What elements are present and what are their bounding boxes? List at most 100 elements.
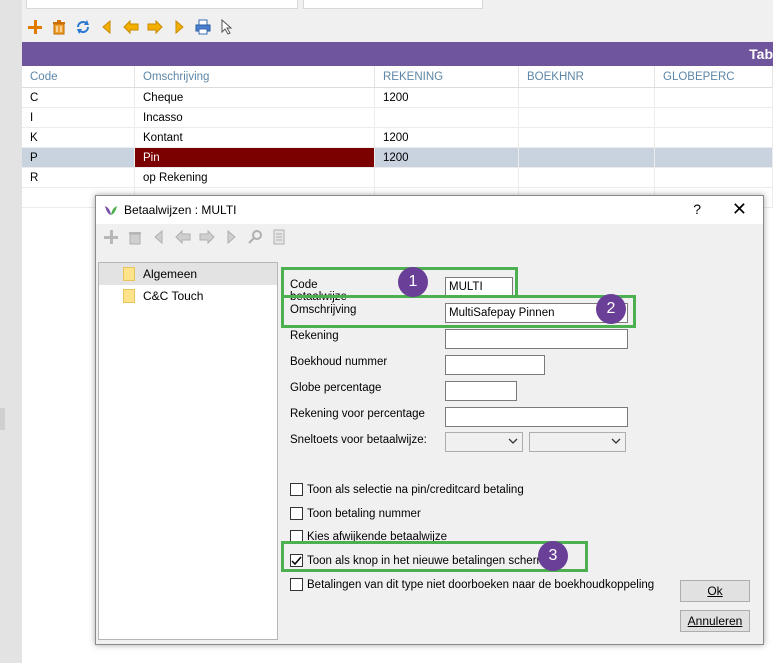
- delete-icon[interactable]: [50, 18, 68, 36]
- annuleren-button-label: Annuleren: [687, 614, 743, 628]
- sneltoets-select-1[interactable]: [445, 432, 523, 452]
- algemeen-form: Code betaalwijze MULTI Omschrijving Mult…: [282, 262, 762, 640]
- rekening-voor-percentage-input[interactable]: [445, 407, 628, 427]
- delete-icon[interactable]: [126, 228, 144, 246]
- cell-code: I: [22, 108, 135, 127]
- rekening-label: Rekening: [290, 330, 339, 342]
- checkbox[interactable]: [290, 578, 303, 591]
- betaalwijzen-dialog: Betaalwijzen : MULTI ? ✕ Algemeen C&C To…: [95, 195, 764, 645]
- cell-omschrijving: op Rekening: [135, 168, 375, 187]
- rekening-voor-percentage-label: Rekening voor percentage: [290, 408, 425, 420]
- sneltoets-select-2[interactable]: [529, 432, 626, 452]
- column-header-code[interactable]: Code: [22, 66, 135, 87]
- cell-rekening: 1200: [375, 128, 519, 147]
- checkbox-label: Toon als knop in het nieuwe betalingen s…: [307, 554, 547, 567]
- table-row[interactable]: I Incasso: [22, 108, 773, 128]
- table-row[interactable]: R op Rekening: [22, 168, 773, 188]
- annuleren-button[interactable]: Annuleren: [680, 610, 750, 632]
- first-record-icon[interactable]: [150, 228, 168, 246]
- checkbox-label: Toon als selectie na pin/creditcard beta…: [307, 483, 524, 496]
- section-tree: Algemeen C&C Touch: [98, 262, 278, 640]
- table-row[interactable]: C Cheque 1200: [22, 88, 773, 108]
- tree-item-algemeen[interactable]: Algemeen: [99, 263, 277, 285]
- cell-omschrijving: Incasso: [135, 108, 375, 127]
- cell-boekhnr: [519, 148, 655, 167]
- annotation-badge-3: 3: [538, 541, 568, 571]
- dialog-title: Betaalwijzen : MULTI: [124, 203, 237, 217]
- checkbox-label: Toon betaling nummer: [307, 507, 421, 520]
- next-record-icon[interactable]: [198, 228, 216, 246]
- checkmark-icon: [291, 556, 302, 566]
- checkbox-row[interactable]: Betalingen van dit type niet doorboeken …: [290, 578, 654, 591]
- document-icon[interactable]: [270, 228, 288, 246]
- cell-code: R: [22, 168, 135, 187]
- cell-globeperc: [655, 148, 773, 167]
- last-record-icon[interactable]: [222, 228, 240, 246]
- table-row-selected[interactable]: P Pin 1200: [22, 148, 773, 168]
- first-record-icon[interactable]: [98, 18, 116, 36]
- grid-header-row: Code Omschrijving REKENING BOEKHNR GLOBE…: [22, 66, 773, 88]
- cell-rekening: [375, 108, 519, 127]
- code-betaalwijze-input[interactable]: MULTI: [445, 277, 513, 297]
- cursor-icon[interactable]: [218, 18, 236, 36]
- tree-item-label: Algemeen: [143, 267, 198, 281]
- chevron-down-icon: [508, 438, 518, 444]
- checkbox-row[interactable]: Kies afwijkende betaalwijze: [290, 530, 447, 543]
- checkbox-row[interactable]: Toon betaling nummer: [290, 507, 421, 520]
- next-record-icon[interactable]: [146, 18, 164, 36]
- checkbox-row[interactable]: Toon als knop in het nieuwe betalingen s…: [290, 554, 546, 567]
- search-icon[interactable]: [246, 228, 264, 246]
- previous-record-icon[interactable]: [122, 18, 140, 36]
- checkbox[interactable]: [290, 483, 303, 496]
- splitter-handle[interactable]: [0, 408, 5, 430]
- folder-icon: [123, 289, 135, 303]
- add-icon[interactable]: [102, 228, 120, 246]
- chevron-down-icon: [611, 438, 621, 444]
- left-panel-strip: [0, 0, 22, 663]
- cell-omschrijving: Kontant: [135, 128, 375, 147]
- checkbox-checked[interactable]: [290, 554, 303, 567]
- add-icon[interactable]: [26, 18, 44, 36]
- globe-percentage-input[interactable]: [445, 381, 517, 401]
- close-button[interactable]: ✕: [732, 199, 747, 220]
- tree-item-label: C&C Touch: [143, 289, 204, 303]
- sneltoets-label: Sneltoets voor betaalwijze:: [290, 434, 427, 446]
- checkbox-row[interactable]: Toon als selectie na pin/creditcard beta…: [290, 483, 524, 496]
- cell-globeperc: [655, 128, 773, 147]
- cell-globeperc: [655, 168, 773, 187]
- checkbox-label: Kies afwijkende betaalwijze: [307, 530, 447, 543]
- checkbox[interactable]: [290, 507, 303, 520]
- refresh-icon[interactable]: [74, 18, 92, 36]
- boekhoud-nummer-label: Boekhoud nummer: [290, 356, 388, 368]
- ok-button-label: Ok: [707, 584, 723, 598]
- column-header-globeperc[interactable]: GLOBEPERC: [655, 66, 773, 87]
- last-record-icon[interactable]: [170, 18, 188, 36]
- help-button[interactable]: ?: [693, 201, 701, 217]
- cell-boekhnr: [519, 108, 655, 127]
- cell-boekhnr: [519, 128, 655, 147]
- folder-icon: [123, 267, 135, 281]
- ok-button[interactable]: Ok: [680, 580, 750, 602]
- previous-record-icon[interactable]: [174, 228, 192, 246]
- checkbox[interactable]: [290, 530, 303, 543]
- cell-globeperc: [655, 88, 773, 107]
- app-logo-icon: [105, 206, 117, 215]
- dialog-toolbar: [96, 224, 763, 250]
- code-betaalwijze-label: Code betaalwijze: [290, 279, 347, 303]
- rekening-input[interactable]: [445, 329, 628, 349]
- main-toolbar: [22, 14, 236, 40]
- cell-rekening: 1200: [375, 148, 519, 167]
- boekhoud-nummer-input[interactable]: [445, 355, 545, 375]
- checkbox-label: Betalingen van dit type niet doorboeken …: [307, 578, 655, 591]
- column-header-rekening[interactable]: REKENING: [375, 66, 519, 87]
- column-header-omschrijving[interactable]: Omschrijving: [135, 66, 375, 87]
- column-header-boekhnr[interactable]: BOEKHNR: [519, 66, 655, 87]
- table-row[interactable]: K Kontant 1200: [22, 128, 773, 148]
- grid-title: Tab: [22, 42, 773, 66]
- annotation-badge-1: 1: [398, 267, 428, 297]
- print-icon[interactable]: [194, 18, 212, 36]
- cell-code: C: [22, 88, 135, 107]
- tree-item-cc-touch[interactable]: C&C Touch: [99, 285, 277, 307]
- cell-rekening: [375, 168, 519, 187]
- cell-omschrijving: Cheque: [135, 88, 375, 107]
